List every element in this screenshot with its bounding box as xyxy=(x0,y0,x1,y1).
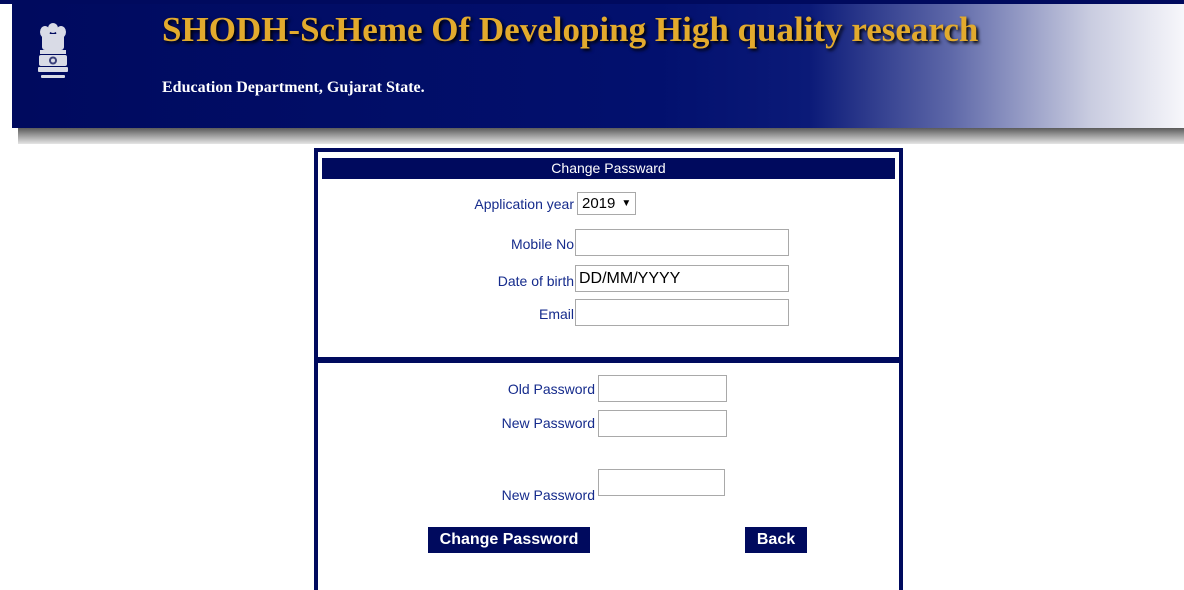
banner-shadow xyxy=(18,128,1184,144)
mobile-input[interactable] xyxy=(575,229,789,256)
page-subtitle: Education Department, Gujarat State. xyxy=(162,79,425,96)
old-password-input[interactable] xyxy=(598,375,727,402)
back-button[interactable]: Back xyxy=(745,527,807,553)
confirm-password-label: New Password xyxy=(501,487,595,503)
change-password-panel: Change Passward Application year 2019 ▼ … xyxy=(314,148,903,590)
old-password-label: Old Password xyxy=(507,381,595,397)
banner-top-strip xyxy=(0,0,1184,4)
application-year-select[interactable]: 2019 ▼ xyxy=(577,192,637,215)
application-year-label: Application year xyxy=(474,196,574,212)
application-year-value: 2019 xyxy=(582,195,616,212)
mobile-label: Mobile No xyxy=(510,236,574,252)
email-label: Email xyxy=(538,306,574,322)
panel-heading: Change Passward xyxy=(322,158,895,179)
email-input[interactable] xyxy=(575,299,789,326)
change-password-button[interactable]: Change Password xyxy=(428,527,590,553)
new-password-label: New Password xyxy=(501,415,595,431)
dob-label: Date of birth xyxy=(497,273,574,289)
section-divider xyxy=(318,357,899,363)
national-emblem-icon xyxy=(38,23,68,78)
header-banner: SHODH-ScHeme Of Developing High quality … xyxy=(0,0,1184,144)
confirm-password-input[interactable] xyxy=(598,469,725,496)
dob-input[interactable] xyxy=(575,265,789,292)
new-password-input[interactable] xyxy=(598,410,727,437)
page-title: SHODH-ScHeme Of Developing High quality … xyxy=(162,10,979,49)
chevron-down-icon: ▼ xyxy=(621,198,632,209)
